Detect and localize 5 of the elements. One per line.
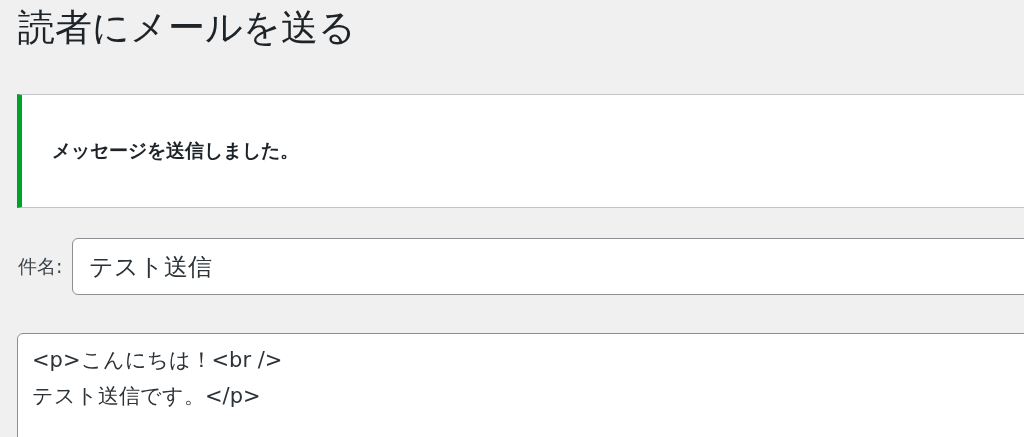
notice-message: メッセージを送信しました。 [52, 138, 299, 163]
message-body-textarea[interactable]: <p>こんにちは！<br /> テスト送信です。</p> [17, 333, 1024, 437]
subject-input[interactable]: テスト送信 [72, 238, 1024, 295]
page-title: 読者にメールを送る [18, 5, 356, 51]
subject-label: 件名: [18, 253, 63, 279]
